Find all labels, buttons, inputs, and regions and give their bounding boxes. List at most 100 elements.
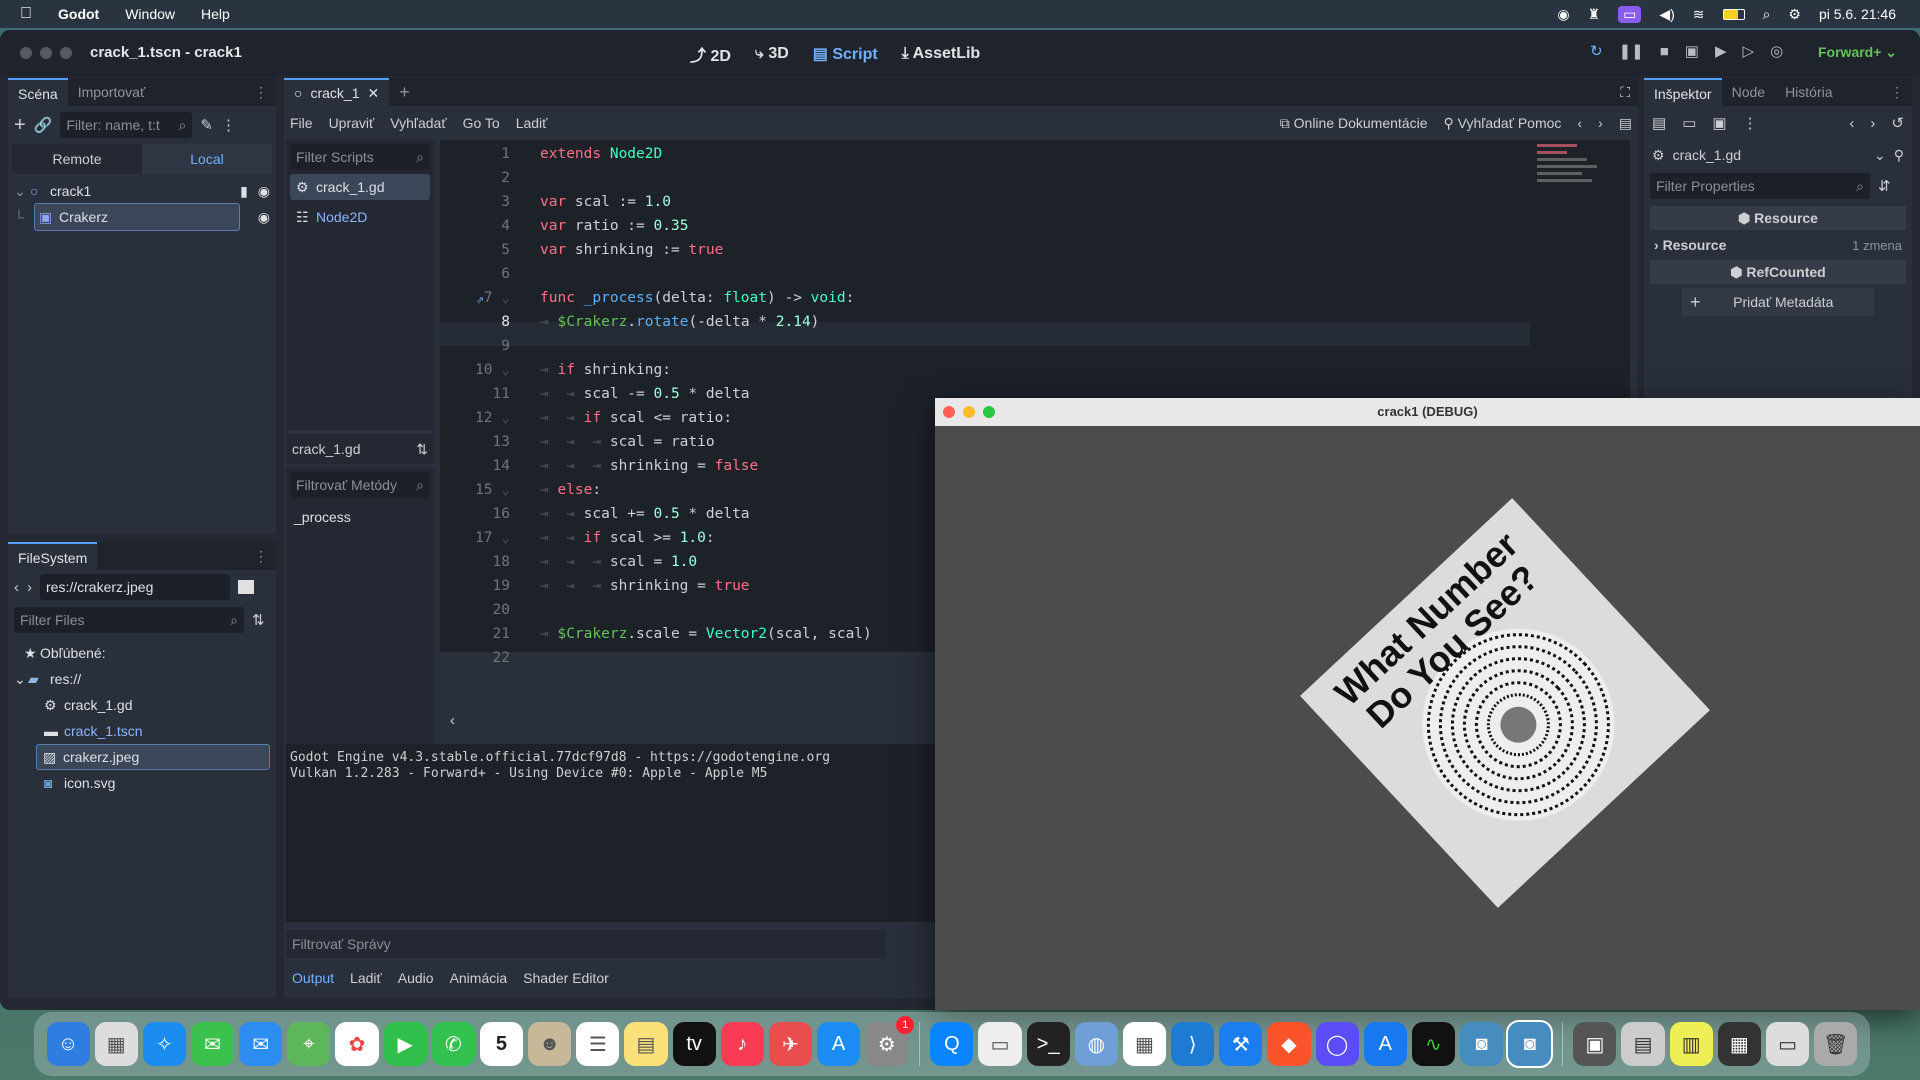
history-back-icon[interactable]: ‹	[1577, 115, 1582, 131]
favorites-folder[interactable]: ★ Obľúbené:	[14, 640, 270, 666]
menu-help[interactable]: Help	[201, 6, 230, 22]
mode-3d-button[interactable]: ⤷ 3D	[755, 45, 789, 63]
close-tab-icon[interactable]: ✕	[368, 79, 380, 107]
appletv-icon[interactable]: tv	[672, 1022, 716, 1066]
file-crack-1-tscn[interactable]: ▬ crack_1.tscn	[14, 718, 270, 744]
launchpad-icon[interactable]: ▦	[94, 1022, 138, 1066]
photos-icon[interactable]: ✿	[335, 1022, 379, 1066]
facetime-icon[interactable]: ▶	[383, 1022, 427, 1066]
tab-output[interactable]: Output	[292, 970, 334, 986]
file-crakerz-jpeg[interactable]: ▨ crakerz.jpeg	[36, 744, 270, 770]
script-icon[interactable]: ▮	[240, 178, 248, 204]
search-help-button[interactable]: ⚲ Vyhľadať Pomoc	[1444, 115, 1562, 132]
xcode-icon[interactable]: ⚒	[1219, 1022, 1263, 1066]
tab-scene[interactable]: Scéna	[8, 78, 68, 106]
mode-script-button[interactable]: ▤ Script	[813, 44, 878, 64]
tree-node-crakerz[interactable]: └ ▣ Crakerz ◉	[14, 203, 270, 231]
screen-mirror-icon[interactable]: ▭	[1618, 5, 1642, 23]
file-icon-svg[interactable]: ◙ icon.svg	[14, 770, 270, 796]
control-center-icon[interactable]: ⚙	[1788, 6, 1801, 23]
play-scene-icon[interactable]: ▶	[1715, 42, 1727, 60]
tab-node[interactable]: Node	[1722, 78, 1775, 106]
apple-icon[interactable]: 	[20, 5, 32, 23]
pause-icon[interactable]: ❚❚	[1619, 42, 1644, 60]
chat-app-icon[interactable]: ◯	[1315, 1022, 1359, 1066]
spreadsheet-icon[interactable]: ▦	[1122, 1022, 1167, 1066]
filter-messages-input[interactable]: Filtrovať Správy	[286, 930, 886, 958]
godot-app-icon[interactable]: ◙	[1460, 1022, 1504, 1066]
close-window-button[interactable]	[20, 47, 32, 59]
recent-file-thumbnail[interactable]: ▦	[1717, 1022, 1761, 1066]
method-item-process[interactable]: _process	[286, 504, 434, 530]
file-crack-1-gd[interactable]: ⚙ crack_1.gd	[14, 692, 270, 718]
godot-debug-app-icon[interactable]: ◙	[1506, 1020, 1554, 1068]
minimize-window-button[interactable]	[40, 47, 52, 59]
music-icon[interactable]: ♪	[720, 1022, 764, 1066]
battery-icon[interactable]	[1722, 8, 1745, 20]
add-metadata-button[interactable]: + Pridať Metadáta	[1682, 288, 1874, 316]
tab-inspector[interactable]: Inšpektor	[1644, 78, 1722, 106]
app-store-icon[interactable]: A	[817, 1022, 861, 1066]
vscode-icon[interactable]: ⟩	[1171, 1022, 1215, 1066]
script-item-crack-1-gd[interactable]: ⚙ crack_1.gd	[290, 174, 430, 200]
contacts-icon[interactable]: ☻	[528, 1022, 572, 1066]
file-filter-input[interactable]: Filter Files ⌕	[14, 607, 244, 633]
back-icon[interactable]: ‹	[1849, 115, 1854, 132]
menu-debug[interactable]: Ladiť	[516, 115, 548, 131]
scene-filter-input[interactable]: Filter: name, t:t ⌕	[60, 112, 193, 138]
zoom-window-button[interactable]	[983, 406, 995, 418]
tree-node-crack1[interactable]: ⌄ ○ crack1 ▮ ◉	[14, 178, 270, 204]
menu-search[interactable]: Vyhľadať	[390, 115, 446, 131]
menu-app-godot[interactable]: Godot	[58, 6, 99, 22]
recent-file-thumbnail[interactable]: ▥	[1669, 1022, 1713, 1066]
history-icon[interactable]: ↺	[1891, 114, 1904, 132]
resource-selector[interactable]: ⚙ crack_1.gd ⌄ ⚲	[1644, 140, 1912, 170]
mode-2d-button[interactable]: ⤴ 2D	[690, 42, 731, 66]
menu-window[interactable]: Window	[125, 6, 175, 22]
script-item-node2d[interactable]: ☷ Node2D	[286, 204, 434, 230]
play-custom-icon[interactable]: ▷	[1743, 42, 1755, 60]
forward-icon[interactable]: ›	[1870, 115, 1875, 132]
reminders-icon[interactable]: ☰	[576, 1022, 620, 1066]
tab-shader-editor[interactable]: Shader Editor	[523, 970, 609, 986]
attach-script-icon[interactable]: ✎	[200, 116, 213, 134]
dock-menu-icon[interactable]: ⋮	[254, 548, 268, 565]
tab-filesystem[interactable]: FileSystem	[8, 542, 98, 570]
remote-tab[interactable]: Remote	[12, 151, 142, 167]
script-tab-crack-1[interactable]: ○ crack_1 ✕	[284, 78, 390, 107]
filter-scripts-input[interactable]: Filter Scripts ⌕	[290, 144, 430, 170]
close-window-button[interactable]	[943, 406, 955, 418]
fullscreen-icon[interactable]: ⛶	[1620, 84, 1630, 101]
spotlight-search-icon[interactable]: ⌕	[1763, 6, 1771, 23]
trash-icon[interactable]: 🗑	[1814, 1022, 1858, 1066]
finder-icon[interactable]: ☺	[46, 1022, 90, 1066]
tab-animation[interactable]: Animácia	[450, 970, 508, 986]
renderer-selector[interactable]: Forward+ ⌄	[1818, 44, 1897, 61]
accessibility-icon[interactable]: ◉	[1557, 6, 1569, 23]
split-view-icon[interactable]	[238, 580, 254, 594]
sort-icon[interactable]: ⇅	[252, 611, 265, 629]
reload-icon[interactable]: ↻	[1590, 42, 1603, 60]
filter-settings-icon[interactable]: ⇵	[1878, 177, 1891, 195]
save-icon[interactable]: ▣	[1712, 114, 1726, 132]
tab-debugger[interactable]: Ladiť	[350, 970, 382, 986]
sort-methods-icon[interactable]: ⇅	[416, 441, 428, 458]
open-folder-icon[interactable]: ▭	[1682, 114, 1696, 132]
property-resource[interactable]: › Resource 1 zmena	[1644, 234, 1912, 256]
code-minimap[interactable]	[1535, 140, 1615, 210]
stop-icon[interactable]: ■	[1660, 43, 1669, 60]
movie-maker-icon[interactable]: ◎	[1770, 42, 1783, 60]
more-icon[interactable]: ⋮	[1743, 114, 1758, 132]
mail-icon[interactable]: ✉	[239, 1022, 283, 1066]
menu-edit[interactable]: Upraviť	[329, 115, 375, 131]
recent-file-thumbnail[interactable]: ▣	[1573, 1022, 1617, 1066]
collapse-panel-icon[interactable]: ‹	[440, 706, 470, 736]
safari-icon[interactable]: ✧	[142, 1022, 186, 1066]
maps-icon[interactable]: ⌖	[287, 1022, 331, 1066]
tab-history[interactable]: História	[1775, 78, 1842, 106]
minimize-window-button[interactable]	[963, 406, 975, 418]
tab-import[interactable]: Importovať	[68, 78, 156, 106]
new-resource-icon[interactable]: ▤	[1652, 114, 1666, 132]
remote-debug-icon[interactable]: ▣	[1685, 42, 1699, 60]
link-icon[interactable]: 🔗	[34, 116, 53, 134]
